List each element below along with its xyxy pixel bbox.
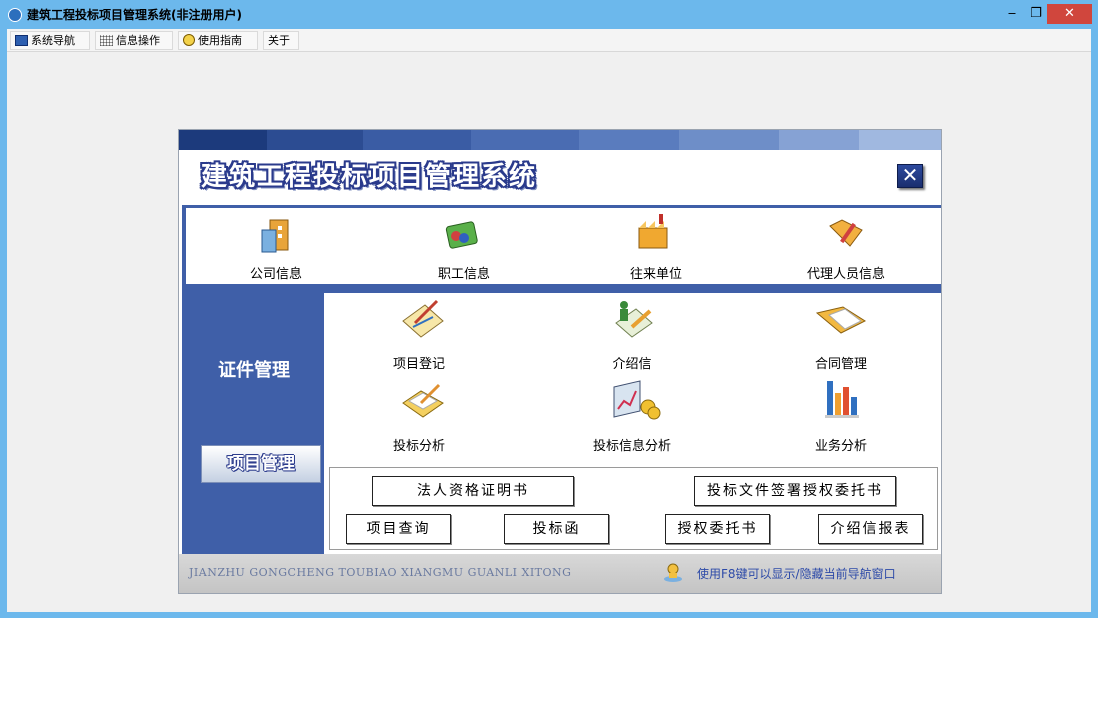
agent-info-button[interactable]: 代理人员信息 [771,208,921,284]
bid-analysis-icon [402,383,444,418]
footer-pinyin: JIANZHU GONGCHENG TOUBIAO XIANGMU GUANLI… [189,566,572,579]
grid-icon [100,35,113,46]
menu-user-guide[interactable]: 使用指南 [178,31,258,50]
menu-label: 系统导航 [31,34,75,47]
grid-item-label: 介绍信 [612,357,652,372]
contract-management-button[interactable]: 合同管理 [781,295,901,372]
header-stripe [471,130,579,150]
menu-system-nav[interactable]: 系统导航 [10,31,90,50]
menu-bar: 系统导航 信息操作 使用指南 关于 [7,29,1091,52]
close-button[interactable]: ✕ [1047,4,1092,24]
bid-info-analysis-button[interactable]: 投标信息分析 [572,377,692,454]
nav-footer: JIANZHU GONGCHENG TOUBIAO XIANGMU GUANLI… [179,554,941,593]
header-stripe [679,130,779,150]
title-bar[interactable]: 建筑工程投标项目管理系统(非注册用户) ‒ ❐ ✕ [0,0,1098,29]
user-hint-icon [664,563,682,582]
section-title: 证件管理 [218,360,290,381]
top-item-label: 往来单位 [629,267,682,282]
navigation-panel: 建筑工程投标项目管理系统 ✕ 公司信息 职工信息 往来单位 代理人员信息 证件管… [178,129,942,594]
top-item-label: 职工信息 [437,267,490,282]
header-stripe [779,130,859,150]
intro-letter-button[interactable]: 介绍信 [572,295,692,372]
footer-hint: 使用F8键可以显示/隐藏当前导航窗口 [697,567,896,581]
business-analysis-button[interactable]: 业务分析 [781,377,901,454]
top-item-label: 代理人员信息 [806,267,885,282]
auth-letter-button[interactable]: 授权委托书 [665,514,770,544]
client-area: 系统导航 信息操作 使用指南 关于 建筑工程投标项目管理系统 ✕ 公司信息 职工… [7,29,1091,612]
nav-close-icon[interactable]: ✕ [897,164,923,188]
header-stripe [579,130,679,150]
app-icon [8,8,22,22]
project-management-button[interactable]: 项目管理 [201,445,321,483]
grid-item-label: 业务分析 [814,439,867,454]
header-stripe [179,130,267,150]
bid-auth-button[interactable]: 投标文件签署授权委托书 [694,476,896,506]
main-grid: 项目登记 介绍信 合同管理 投标分析 投标信息分析 业务分析 法人资格证明书 投… [324,293,941,554]
grid-item-label: 合同管理 [814,357,867,372]
left-column: 证件管理 项目管理 [182,293,321,554]
app-window: 建筑工程投标项目管理系统(非注册用户) ‒ ❐ ✕ 系统导航 信息操作 使用指南… [0,0,1098,618]
smiley-icon [183,34,195,46]
project-register-button[interactable]: 项目登记 [359,295,479,372]
register-icon [402,299,444,338]
contract-icon [815,306,867,334]
top-item-label: 公司信息 [249,267,302,282]
factory-icon [638,214,668,249]
menu-label: 使用指南 [198,34,242,47]
nav-title: 建筑工程投标项目管理系统 [201,162,538,192]
company-icon [261,219,289,253]
intro-report-button[interactable]: 介绍信报表 [818,514,923,544]
partner-units-button[interactable]: 往来单位 [581,208,731,284]
header-stripe [267,130,363,150]
document-buttons-box: 法人资格证明书 投标文件签署授权委托书 项目查询 投标函 授权委托书 介绍信报表 [329,467,938,550]
grid-item-label: 项目登记 [392,357,445,372]
monitor-icon [15,35,28,46]
agent-folder-icon [829,219,863,247]
grid-item-label: 投标信息分析 [592,439,671,454]
bar-chart-icon [825,381,859,418]
menu-info-ops[interactable]: 信息操作 [95,31,173,50]
letter-icon [615,301,653,338]
bid-info-chart-icon [613,380,661,420]
header-stripe [859,130,941,150]
staff-icon [445,221,478,249]
legal-cert-button[interactable]: 法人资格证明书 [372,476,574,506]
project-query-button[interactable]: 项目查询 [346,514,451,544]
company-info-button[interactable]: 公司信息 [201,208,351,284]
grid-item-label: 投标分析 [392,439,445,454]
menu-label: 信息操作 [116,34,160,47]
menu-about[interactable]: 关于 [263,31,299,50]
header-stripe [363,130,471,150]
bid-letter-button[interactable]: 投标函 [504,514,609,544]
minimize-button[interactable]: ‒ [1001,4,1023,24]
menu-label: 关于 [268,34,290,47]
staff-info-button[interactable]: 职工信息 [389,208,539,284]
nav-banner: 建筑工程投标项目管理系统 ✕ [179,150,941,205]
top-nav-row: 公司信息 职工信息 往来单位 代理人员信息 [186,208,941,284]
restore-button[interactable]: ❐ [1025,4,1047,24]
bid-analysis-button[interactable]: 投标分析 [359,377,479,454]
window-title: 建筑工程投标项目管理系统(非注册用户) [27,8,242,22]
